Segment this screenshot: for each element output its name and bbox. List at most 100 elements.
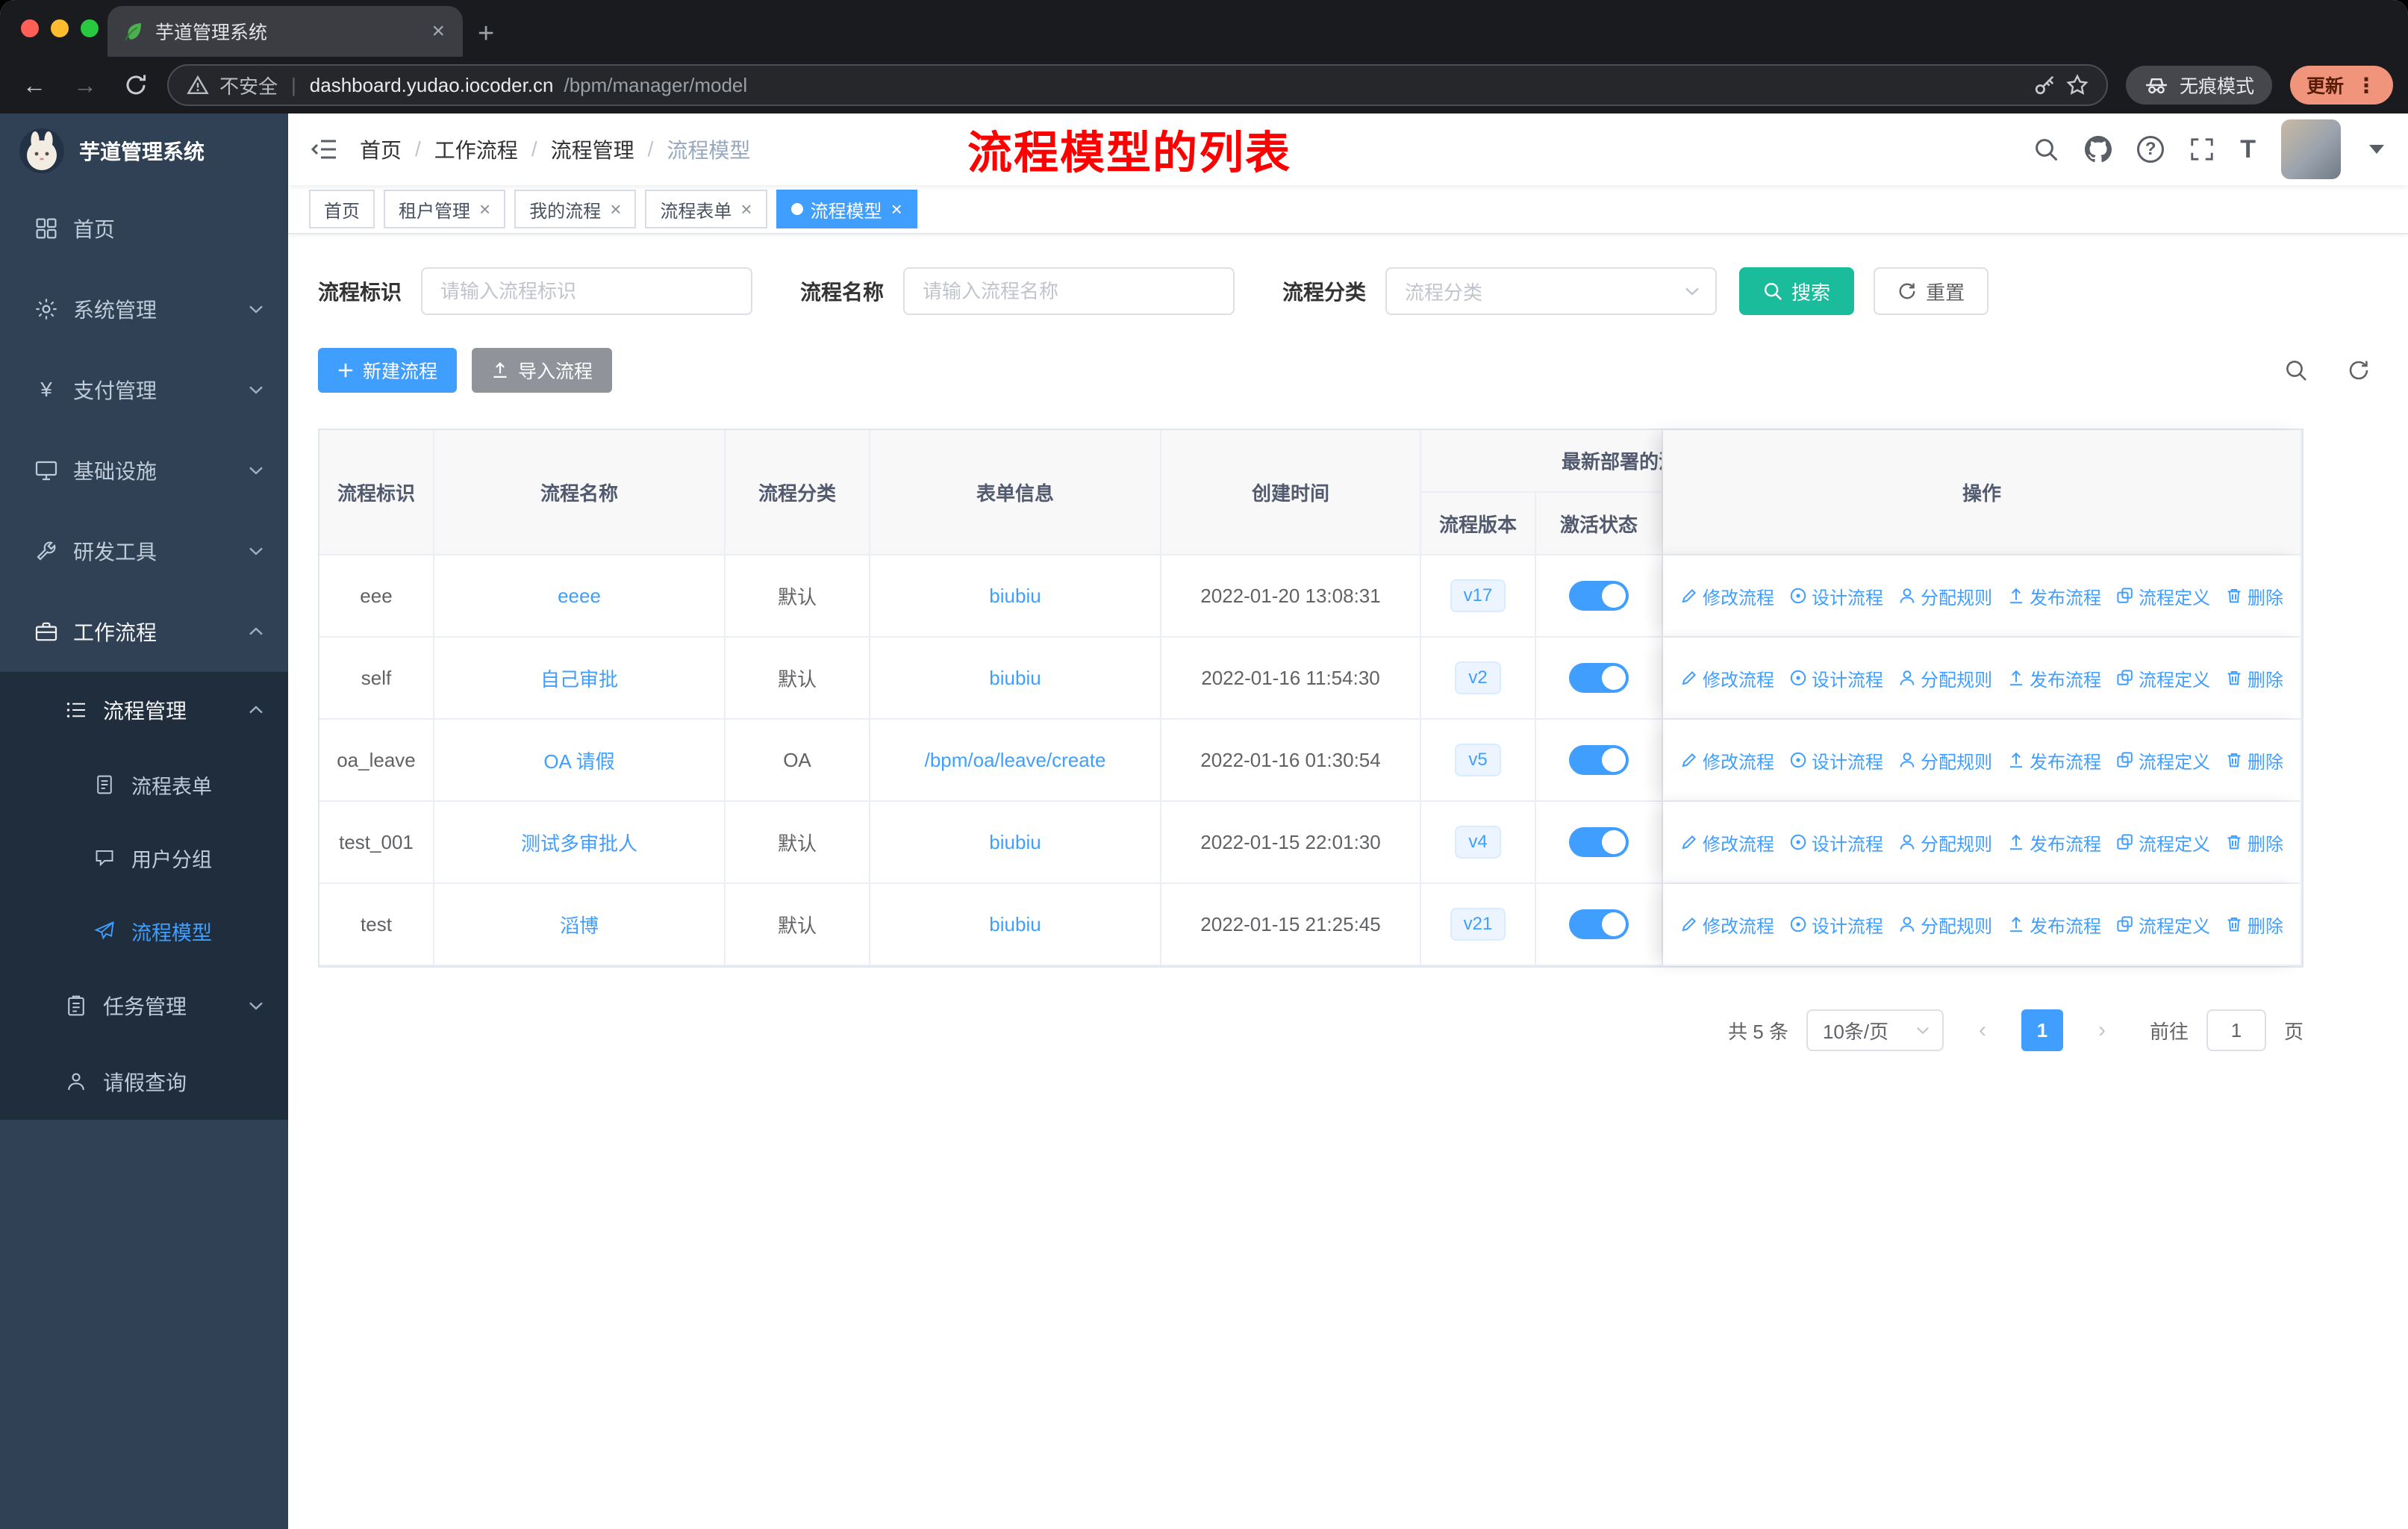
sidebar-item-workflow[interactable]: 工作流程 (0, 591, 288, 672)
form-info-link[interactable]: biubiu (989, 831, 1041, 854)
search-button[interactable]: 搜索 (1739, 267, 1855, 315)
breadcrumb-process-management[interactable]: 流程管理 (551, 134, 634, 164)
tag-close-icon[interactable]: × (478, 199, 490, 219)
action-assign-link[interactable]: 分配规则 (1898, 829, 1992, 856)
sidebar-item-home[interactable]: 首页 (0, 188, 288, 269)
reset-button[interactable]: 重置 (1874, 267, 1989, 315)
window-zoom-button[interactable] (81, 19, 99, 37)
action-assign-link[interactable]: 分配规则 (1898, 912, 1992, 938)
create-process-button[interactable]: 新建流程 (318, 348, 458, 393)
form-info-link[interactable]: biubiu (989, 585, 1041, 608)
action-definition-link[interactable]: 流程定义 (2116, 665, 2210, 691)
forward-button[interactable]: → (66, 66, 105, 105)
action-assign-link[interactable]: 分配规则 (1898, 665, 1992, 691)
active-toggle[interactable] (1569, 581, 1629, 611)
refresh-table-button[interactable] (2339, 351, 2378, 390)
action-delete-link[interactable]: 删除 (2225, 747, 2283, 773)
action-edit-link[interactable]: 修改流程 (1680, 829, 1774, 856)
action-edit-link[interactable]: 修改流程 (1680, 583, 1774, 609)
sidebar-toggle[interactable] (288, 113, 360, 185)
action-definition-link[interactable]: 流程定义 (2116, 912, 2210, 938)
process-name-link[interactable]: OA 请假 (543, 747, 614, 774)
process-name-link[interactable]: 滔博 (560, 911, 599, 938)
action-delete-link[interactable]: 删除 (2225, 829, 2283, 856)
active-toggle[interactable] (1569, 745, 1629, 775)
tag-process-model[interactable]: 流程模型 × (776, 190, 917, 228)
action-publish-link[interactable]: 发布流程 (2007, 583, 2101, 609)
sidebar-item-user-group[interactable]: 用户分组 (0, 821, 288, 894)
action-design-link[interactable]: 设计流程 (1789, 665, 1883, 691)
action-edit-link[interactable]: 修改流程 (1680, 747, 1774, 773)
process-name-link[interactable]: eeee (558, 585, 601, 608)
tag-my-process[interactable]: 我的流程 × (514, 190, 637, 228)
action-publish-link[interactable]: 发布流程 (2007, 912, 2101, 938)
action-assign-link[interactable]: 分配规则 (1898, 583, 1992, 609)
back-button[interactable]: ← (15, 66, 54, 105)
action-definition-link[interactable]: 流程定义 (2116, 747, 2210, 773)
sidebar-item-leave-query[interactable]: 请假查询 (0, 1044, 288, 1120)
font-size-icon[interactable]: T (2240, 137, 2256, 162)
action-design-link[interactable]: 设计流程 (1789, 829, 1883, 856)
action-publish-link[interactable]: 发布流程 (2007, 747, 2101, 773)
action-publish-link[interactable]: 发布流程 (2007, 665, 2101, 691)
user-avatar[interactable] (2281, 119, 2341, 179)
process-key-input[interactable] (421, 267, 753, 315)
action-assign-link[interactable]: 分配规则 (1898, 747, 1992, 773)
active-toggle[interactable] (1569, 663, 1629, 693)
address-bar[interactable]: 不安全 | dashboard.yudao.iocoder.cn/bpm/man… (167, 64, 2108, 106)
action-design-link[interactable]: 设计流程 (1789, 583, 1883, 609)
action-publish-link[interactable]: 发布流程 (2007, 829, 2101, 856)
new-tab-button[interactable]: + (478, 19, 494, 48)
tag-process-form[interactable]: 流程表单 × (645, 190, 767, 228)
sidebar-item-task-management[interactable]: 任务管理 (0, 968, 288, 1044)
bookmark-star-icon[interactable] (2066, 74, 2089, 96)
form-info-link[interactable]: biubiu (989, 667, 1041, 690)
action-definition-link[interactable]: 流程定义 (2116, 829, 2210, 856)
browser-menu-icon[interactable]: ⋮ (2356, 73, 2377, 98)
category-select[interactable]: 流程分类 (1385, 267, 1718, 315)
prev-page-button[interactable]: ‹ (1962, 1009, 2003, 1051)
window-close-button[interactable] (21, 19, 39, 37)
sidebar-item-infrastructure[interactable]: 基础设施 (0, 430, 288, 511)
form-info-link[interactable]: biubiu (989, 913, 1041, 936)
goto-page-input[interactable] (2206, 1009, 2266, 1051)
tag-close-icon[interactable]: × (608, 199, 621, 219)
sidebar-item-process-management[interactable]: 流程管理 (0, 672, 288, 748)
process-name-input[interactable] (903, 267, 1235, 315)
sidebar-item-process-form[interactable]: 流程表单 (0, 748, 288, 821)
search-icon[interactable] (2033, 136, 2059, 163)
window-minimize-button[interactable] (51, 19, 69, 37)
action-delete-link[interactable]: 删除 (2225, 912, 2283, 938)
help-icon[interactable]: ? (2137, 136, 2165, 163)
action-design-link[interactable]: 设计流程 (1789, 912, 1883, 938)
sidebar-item-system[interactable]: 系统管理 (0, 269, 288, 349)
action-edit-link[interactable]: 修改流程 (1680, 912, 1774, 938)
action-design-link[interactable]: 设计流程 (1789, 747, 1883, 773)
breadcrumb-home[interactable]: 首页 (360, 134, 402, 164)
update-button[interactable]: 更新 ⋮ (2289, 66, 2393, 105)
fullscreen-icon[interactable] (2189, 137, 2215, 162)
page-number-button[interactable]: 1 (2021, 1009, 2063, 1051)
form-info-link[interactable]: /bpm/oa/leave/create (925, 749, 1106, 772)
action-edit-link[interactable]: 修改流程 (1680, 665, 1774, 691)
next-page-button[interactable]: › (2081, 1009, 2123, 1051)
sidebar-item-process-model[interactable]: 流程模型 (0, 894, 288, 968)
tab-close-icon[interactable]: × (428, 20, 448, 43)
import-process-button[interactable]: 导入流程 (472, 348, 613, 393)
browser-tab[interactable]: 芋道管理系统 × (107, 6, 463, 57)
action-definition-link[interactable]: 流程定义 (2116, 583, 2210, 609)
sidebar-item-payment[interactable]: ¥ 支付管理 (0, 349, 288, 430)
password-key-icon[interactable] (2033, 74, 2056, 96)
tag-close-icon[interactable]: × (890, 199, 902, 219)
action-delete-link[interactable]: 删除 (2225, 665, 2283, 691)
active-toggle[interactable] (1569, 909, 1629, 939)
process-name-link[interactable]: 测试多审批人 (521, 829, 637, 856)
page-size-select[interactable]: 10条/页 (1806, 1009, 1944, 1051)
active-toggle[interactable] (1569, 827, 1629, 857)
github-icon[interactable] (2085, 136, 2112, 163)
sidebar-item-devtools[interactable]: 研发工具 (0, 511, 288, 591)
tag-tenant[interactable]: 租户管理 × (384, 190, 506, 228)
reload-button[interactable] (116, 66, 155, 105)
tag-close-icon[interactable]: × (739, 199, 752, 219)
toggle-search-button[interactable] (2277, 351, 2315, 390)
